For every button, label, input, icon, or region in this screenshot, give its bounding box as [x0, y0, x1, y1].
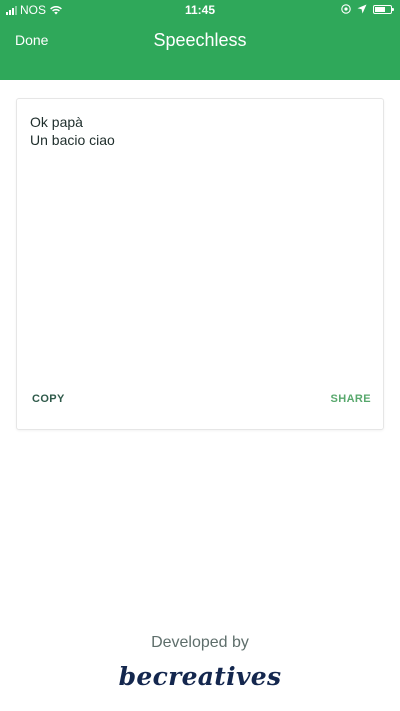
- transcript-card: Ok papà Un bacio ciao COPY SHARE: [16, 98, 384, 430]
- status-bar: NOS 11:45: [0, 0, 400, 20]
- location-arrow-icon: [357, 4, 367, 14]
- share-button[interactable]: SHARE: [330, 393, 371, 405]
- page-title: Speechless: [153, 30, 247, 50]
- transcript-line: Ok papà: [30, 114, 83, 130]
- brand-logo: becreatives: [118, 662, 282, 691]
- status-right: [341, 4, 394, 14]
- copy-button[interactable]: COPY: [32, 393, 65, 405]
- status-time: 11:45: [184, 3, 216, 17]
- developed-by-label: Developed by: [151, 634, 249, 651]
- at-icon: [341, 4, 351, 14]
- battery-icon: [373, 4, 394, 14]
- header-bar: NOS 11:45 Done Speechless: [0, 0, 400, 80]
- transcript-line: Un bacio ciao: [30, 132, 115, 148]
- battery-level: [375, 6, 385, 12]
- transcript-text[interactable]: Ok papà Un bacio ciao: [30, 113, 370, 149]
